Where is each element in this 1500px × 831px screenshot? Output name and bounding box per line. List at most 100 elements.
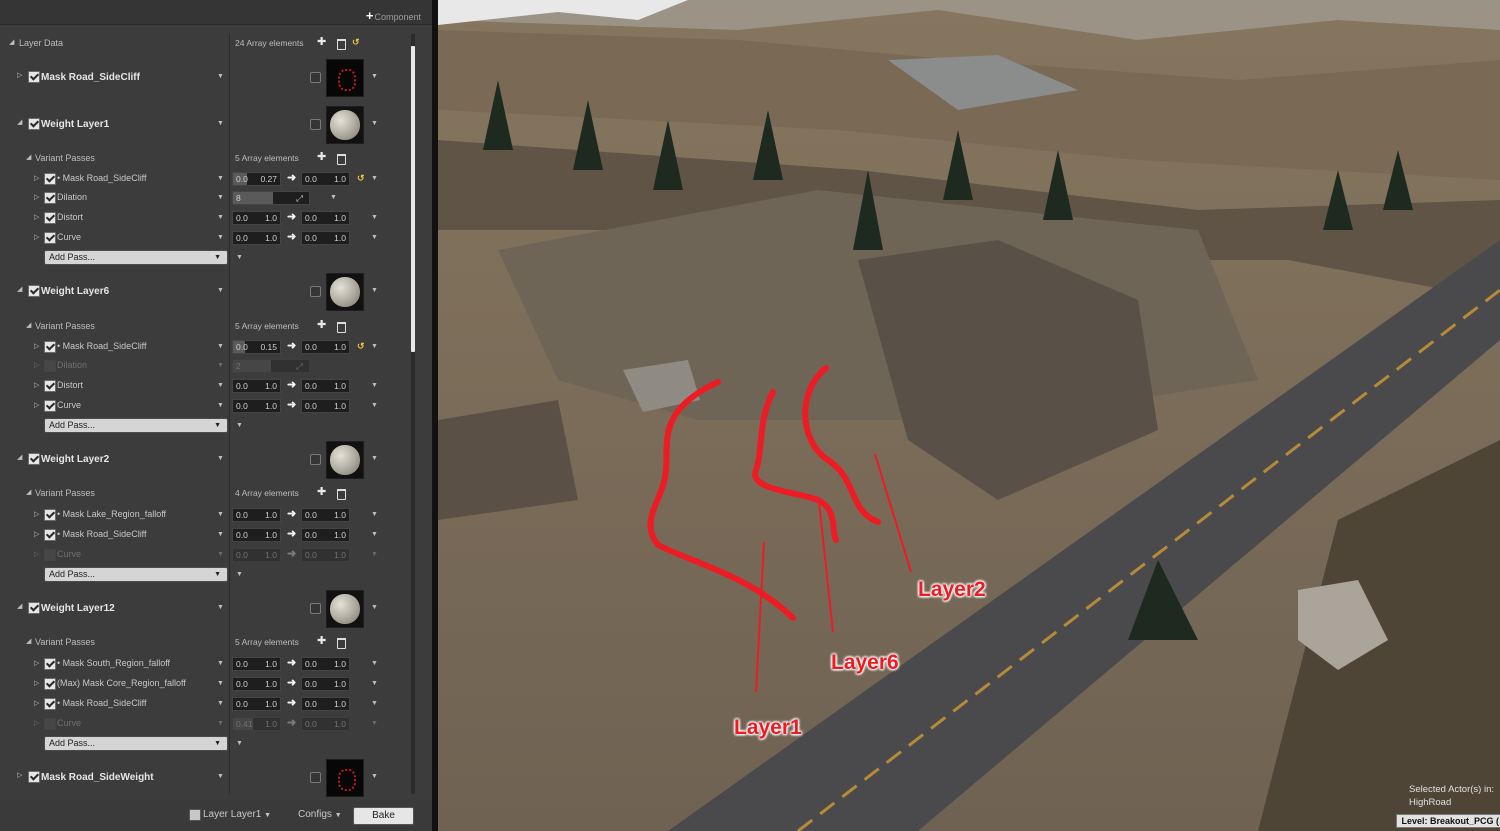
mask-thumbnail[interactable] [326, 59, 364, 97]
chevron-down-icon[interactable]: ▼ [371, 680, 378, 687]
range-max-field[interactable]: 0.0 1.0 [301, 211, 350, 225]
expand-arrow-icon[interactable]: ▷ [34, 213, 39, 221]
chevron-down-icon[interactable]: ▼ [236, 571, 243, 578]
chevron-down-icon[interactable]: ▼ [217, 287, 224, 294]
pass-enabled-checkbox[interactable] [44, 400, 56, 412]
chevron-down-icon[interactable]: ▼ [217, 700, 224, 707]
range-max-field[interactable]: 0.0 1.0 [301, 677, 350, 691]
trash-icon[interactable] [337, 638, 346, 649]
chevron-down-icon[interactable]: ▼ [236, 254, 243, 261]
chevron-down-icon[interactable]: ▼ [217, 362, 224, 369]
range-min-field[interactable]: 0.0 1.0 [232, 677, 281, 691]
chevron-down-icon[interactable]: ▼ [371, 455, 378, 462]
chevron-down-icon[interactable]: ▼ [371, 175, 378, 182]
range-min-field[interactable]: 0.0 1.0 [232, 528, 281, 542]
chevron-down-icon[interactable]: ▼ [371, 511, 378, 518]
chevron-down-icon[interactable]: ▼ [217, 680, 224, 687]
expand-arrow-icon[interactable]: ▷ [34, 699, 39, 707]
range-min-field[interactable]: 0.0 1.0 [232, 548, 281, 562]
range-min-field[interactable]: 0.0 0.15 [232, 340, 281, 354]
pass-enabled-checkbox[interactable] [44, 509, 56, 521]
range-min-field[interactable]: 0.0 1.0 [232, 211, 281, 225]
range-min-field[interactable]: 0.0 1.0 [232, 231, 281, 245]
pass-enabled-checkbox[interactable] [44, 192, 56, 204]
chevron-down-icon[interactable]: ▼ [217, 660, 224, 667]
range-min-field[interactable]: 0.0 0.27 [232, 172, 281, 186]
chevron-down-icon[interactable]: ▼ [217, 194, 224, 201]
expand-arrow-icon[interactable]: ▷ [34, 361, 39, 369]
level-viewport[interactable]: Layer2 Layer6 Layer1 Selected Actor(s) i… [438, 0, 1500, 831]
chevron-down-icon[interactable]: ▼ [330, 194, 337, 201]
pass-enabled-checkbox[interactable] [44, 678, 56, 690]
add-element-icon[interactable]: ✚ [317, 318, 326, 331]
dilation-field[interactable]: 2 ⤢ [232, 359, 310, 373]
pass-enabled-checkbox[interactable] [44, 529, 56, 541]
expand-arrow-icon[interactable]: ▷ [34, 510, 39, 518]
collapse-arrow-icon[interactable]: ◢ [17, 285, 22, 293]
pass-enabled-checkbox[interactable] [44, 698, 56, 710]
chevron-down-icon[interactable]: ▼ [217, 773, 224, 780]
collapse-arrow-icon[interactable]: ◢ [26, 637, 31, 645]
chevron-down-icon[interactable]: ▼ [371, 531, 378, 538]
range-min-field[interactable]: 0.0 1.0 [232, 697, 281, 711]
chevron-down-icon[interactable]: ▼ [371, 700, 378, 707]
reset-square-icon[interactable] [310, 454, 321, 465]
chevron-down-icon[interactable]: ▼ [217, 175, 224, 182]
layer-enabled-checkbox[interactable] [28, 453, 40, 465]
chevron-down-icon[interactable]: ▼ [371, 660, 378, 667]
layer-toggle-checkbox[interactable] [189, 809, 201, 821]
pass-enabled-checkbox[interactable] [44, 360, 56, 372]
chevron-down-icon[interactable]: ▼ [217, 551, 224, 558]
chevron-down-icon[interactable]: ▼ [217, 382, 224, 389]
chevron-down-icon[interactable]: ▼ [217, 402, 224, 409]
reset-square-icon[interactable] [310, 119, 321, 130]
range-min-field[interactable]: 0.0 1.0 [232, 399, 281, 413]
collapse-arrow-icon[interactable]: ◢ [26, 488, 31, 496]
range-max-field[interactable]: 0.0 1.0 [301, 399, 350, 413]
add-element-icon[interactable]: ✚ [317, 150, 326, 163]
pass-enabled-checkbox[interactable] [44, 341, 56, 353]
trash-icon[interactable] [337, 154, 346, 165]
chevron-down-icon[interactable]: ▼ [217, 531, 224, 538]
chevron-down-icon[interactable]: ▼ [371, 382, 378, 389]
range-max-field[interactable]: 0.0 1.0 [301, 231, 350, 245]
bake-button[interactable]: Bake [353, 807, 414, 825]
trash-icon[interactable] [337, 322, 346, 333]
range-max-field[interactable]: 0.0 1.0 [301, 379, 350, 393]
range-max-field[interactable]: 0.0 1.0 [301, 508, 350, 522]
add-pass-button[interactable]: Add Pass... ▼ [44, 567, 228, 582]
range-max-field[interactable]: 0.0 1.0 [301, 340, 350, 354]
stone-thumbnail[interactable] [326, 106, 364, 144]
expand-arrow-icon[interactable]: ▷ [34, 659, 39, 667]
configs-dropdown[interactable]: Configs ▼ [298, 809, 342, 820]
pass-enabled-checkbox[interactable] [44, 232, 56, 244]
reset-square-icon[interactable] [310, 603, 321, 614]
pass-enabled-checkbox[interactable] [44, 173, 56, 185]
chevron-down-icon[interactable]: ▼ [217, 120, 224, 127]
trash-icon[interactable] [337, 39, 346, 50]
reset-square-icon[interactable] [310, 72, 321, 83]
range-min-field[interactable]: 0.0 1.0 [232, 657, 281, 671]
chevron-down-icon[interactable]: ▼ [371, 234, 378, 241]
chevron-down-icon[interactable]: ▼ [217, 604, 224, 611]
trash-icon[interactable] [337, 489, 346, 500]
chevron-down-icon[interactable]: ▼ [236, 422, 243, 429]
chevron-down-icon[interactable]: ▼ [217, 455, 224, 462]
pass-enabled-checkbox[interactable] [44, 658, 56, 670]
mask-thumbnail[interactable] [326, 759, 364, 797]
chevron-down-icon[interactable]: ▼ [371, 120, 378, 127]
add-pass-button[interactable]: Add Pass... ▼ [44, 736, 228, 751]
range-min-field[interactable]: 0.0 1.0 [232, 379, 281, 393]
expand-arrow-icon[interactable]: ▷ [34, 401, 39, 409]
layer-enabled-checkbox[interactable] [28, 771, 40, 783]
layer-enabled-checkbox[interactable] [28, 118, 40, 130]
chevron-down-icon[interactable]: ▼ [217, 234, 224, 241]
layer-selector[interactable]: Layer Layer1 ▼ [203, 809, 271, 820]
chevron-down-icon[interactable]: ▼ [217, 343, 224, 350]
expand-arrow-icon[interactable]: ▷ [34, 342, 39, 350]
pass-enabled-checkbox[interactable] [44, 718, 56, 730]
pass-enabled-checkbox[interactable] [44, 212, 56, 224]
collapse-arrow-icon[interactable]: ◢ [17, 602, 22, 610]
expand-arrow-icon[interactable]: ▷ [17, 71, 22, 79]
expand-arrow-icon[interactable]: ▷ [34, 719, 39, 727]
